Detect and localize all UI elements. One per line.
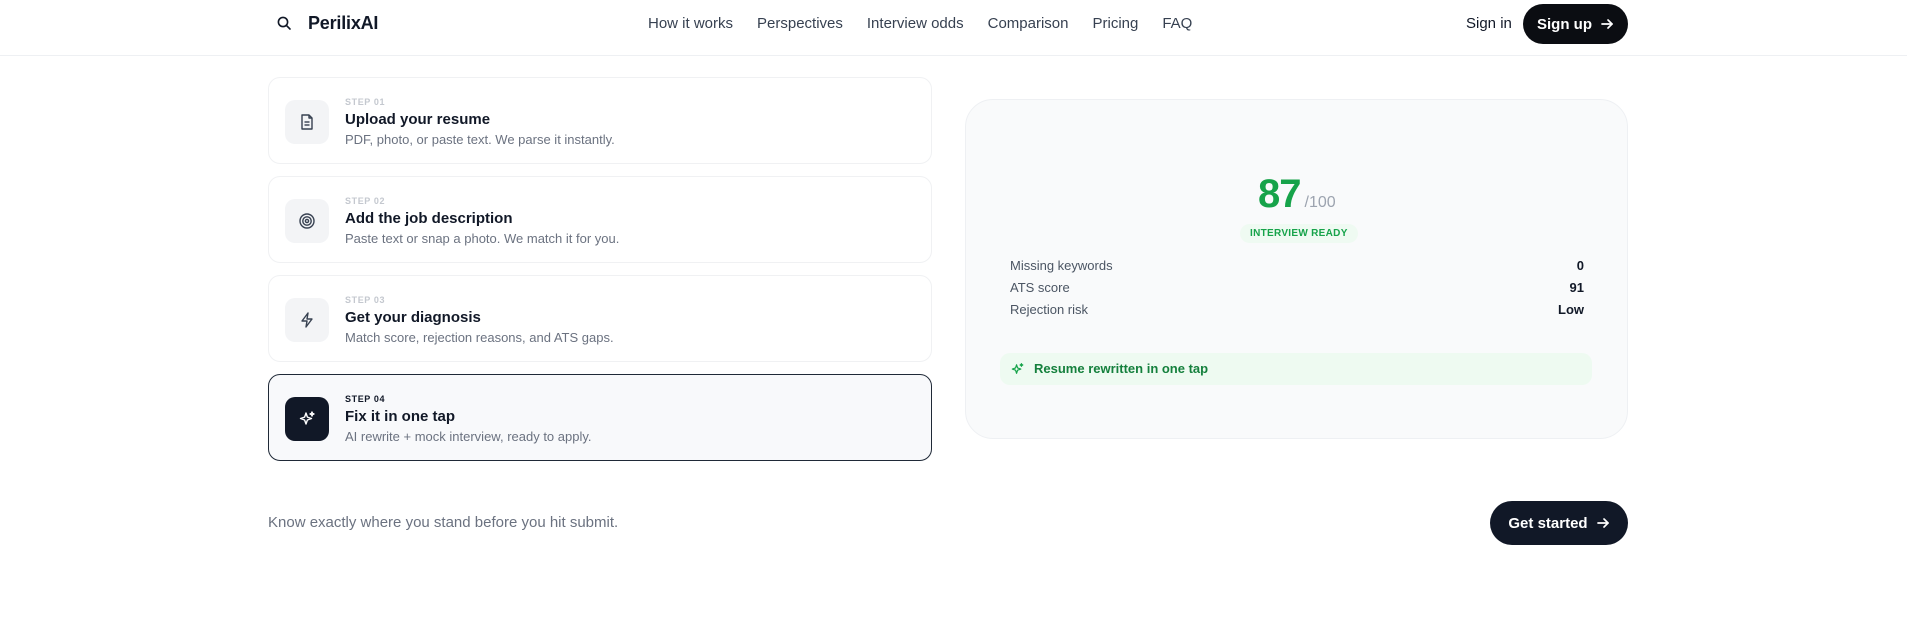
get-started-button[interactable]: Get started bbox=[1490, 501, 1628, 545]
top-navbar: PerilixAI How it works Perspectives Inte… bbox=[0, 0, 1907, 56]
main-nav: How it works Perspectives Interview odds… bbox=[648, 15, 1192, 32]
step-number: STEP 04 bbox=[345, 394, 386, 404]
step-description: AI rewrite + mock interview, ready to ap… bbox=[345, 429, 592, 444]
nav-how-it-works[interactable]: How it works bbox=[648, 15, 733, 32]
step-title: Upload your resume bbox=[345, 111, 491, 128]
score-display: 87 /100 bbox=[1258, 172, 1336, 217]
metric-label: Missing keywords bbox=[1010, 258, 1113, 273]
score-card: 87 /100 INTERVIEW READY Missing keywords… bbox=[965, 99, 1628, 439]
step-description: PDF, photo, or paste text. We parse it i… bbox=[345, 132, 615, 147]
sparkles-icon bbox=[285, 397, 329, 441]
rewrite-text: Resume rewritten in one tap bbox=[1034, 361, 1209, 376]
step-title: Get your diagnosis bbox=[345, 309, 481, 326]
score-value: 87 bbox=[1258, 172, 1301, 216]
step-description: Match score, rejection reasons, and ATS … bbox=[345, 330, 614, 345]
step-title: Add the job description bbox=[345, 210, 513, 227]
nav-comparison[interactable]: Comparison bbox=[988, 15, 1069, 32]
step-number: STEP 03 bbox=[345, 295, 386, 305]
status-badge: INTERVIEW READY bbox=[1240, 224, 1358, 243]
metric-label: ATS score bbox=[1010, 280, 1070, 295]
target-icon bbox=[285, 199, 329, 243]
brand-logo[interactable]: PerilixAI bbox=[308, 13, 378, 34]
document-icon bbox=[285, 100, 329, 144]
step-description: Paste text or snap a photo. We match it … bbox=[345, 231, 620, 246]
metric-value: 91 bbox=[1569, 280, 1584, 295]
metric-value: 0 bbox=[1576, 258, 1584, 273]
nav-perspectives[interactable]: Perspectives bbox=[757, 15, 843, 32]
rewrite-banner: Resume rewritten in one tap bbox=[1000, 353, 1592, 385]
step-card-job-description[interactable]: STEP 02 Add the job description Paste te… bbox=[268, 176, 932, 263]
lightning-icon bbox=[285, 298, 329, 342]
get-started-label: Get started bbox=[1508, 514, 1588, 532]
tagline: Know exactly where you stand before you … bbox=[268, 514, 619, 531]
score-max: /100 bbox=[1304, 194, 1336, 211]
nav-pricing[interactable]: Pricing bbox=[1092, 15, 1138, 32]
step-title: Fix it in one tap bbox=[345, 408, 456, 425]
arrow-right-icon bbox=[1596, 518, 1609, 528]
search-icon[interactable] bbox=[276, 15, 292, 31]
sign-in-link[interactable]: Sign in bbox=[1466, 15, 1512, 32]
step-card-diagnosis[interactable]: STEP 03 Get your diagnosis Match score, … bbox=[268, 275, 932, 362]
nav-faq[interactable]: FAQ bbox=[1162, 15, 1192, 32]
sparkles-icon bbox=[1011, 363, 1024, 374]
step-number: STEP 01 bbox=[345, 97, 386, 107]
metric-label: Rejection risk bbox=[1010, 302, 1089, 317]
arrow-right-icon bbox=[1601, 19, 1613, 29]
sign-up-label: Sign up bbox=[1537, 15, 1592, 33]
step-card-upload-resume[interactable]: STEP 01 Upload your resume PDF, photo, o… bbox=[268, 77, 932, 164]
step-number: STEP 02 bbox=[345, 196, 386, 206]
sign-up-button[interactable]: Sign up bbox=[1523, 4, 1628, 44]
metric-value: Low bbox=[1558, 302, 1584, 317]
step-card-fix-one-tap[interactable]: STEP 04 Fix it in one tap AI rewrite + m… bbox=[268, 374, 932, 461]
nav-interview-odds[interactable]: Interview odds bbox=[867, 15, 964, 32]
